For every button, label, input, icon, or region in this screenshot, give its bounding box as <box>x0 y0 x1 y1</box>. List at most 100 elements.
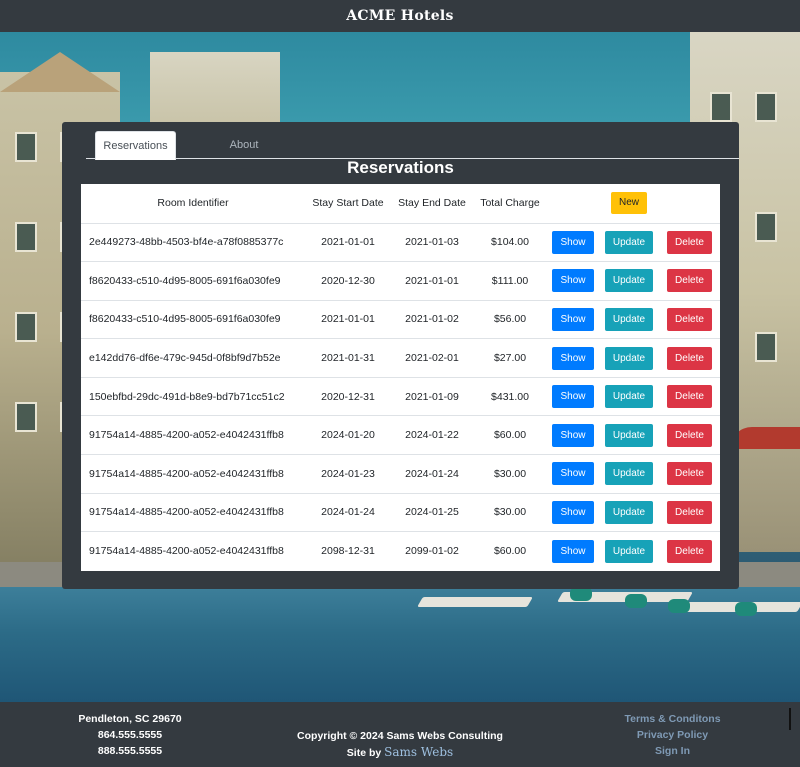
show-button[interactable]: Show <box>552 269 594 293</box>
table-row: f8620433-c510-4d95-8005-691f6a030fe9 2020… <box>81 261 720 301</box>
table-row: f8620433-c510-4d95-8005-691f6a030fe9 2021… <box>81 299 720 339</box>
total-charge-cell: $104.00 <box>473 222 547 262</box>
footer-link-privacy[interactable]: Privacy Policy <box>615 727 730 743</box>
footer-link-sign-in[interactable]: Sign In <box>615 743 730 759</box>
text-cursor <box>789 708 791 730</box>
delete-button[interactable]: Delete <box>667 307 712 331</box>
delete-button[interactable]: Delete <box>667 230 712 254</box>
footer-site-by: Site by Sams Webs <box>290 744 510 761</box>
table-row: 91754a14-4885-4200-a052-e4042431ffb8 2024… <box>81 415 720 455</box>
total-charge-cell: $60.00 <box>473 415 547 455</box>
tab-bar: Reservations About <box>86 131 739 160</box>
update-button[interactable]: Update <box>604 346 654 370</box>
stay-end-date-cell: 2021-01-03 <box>391 222 473 262</box>
room-identifier-cell: 91754a14-4885-4200-a052-e4042431ffb8 <box>81 454 305 494</box>
stay-end-date-cell: 2021-01-09 <box>391 376 473 416</box>
table-row: 91754a14-4885-4200-a052-e4042431ffb8 2098… <box>81 531 720 571</box>
stay-start-date-cell: 2021-01-31 <box>305 338 391 378</box>
footer: Pendleton, SC 29670 864.555.5555 888.555… <box>0 702 800 767</box>
footer-links: Terms & Conditons Privacy Policy Sign In <box>615 711 730 759</box>
header-stay-end-date: Stay End Date <box>398 197 466 210</box>
update-button[interactable]: Update <box>604 539 654 563</box>
header-room-identifier: Room Identifier <box>157 197 229 210</box>
reservations-table-card: Room Identifier Stay Start Date Stay End… <box>81 184 720 571</box>
total-charge-cell: $111.00 <box>473 261 547 301</box>
update-button[interactable]: Update <box>604 500 654 524</box>
footer-contact: Pendleton, SC 29670 864.555.5555 888.555… <box>70 711 190 759</box>
show-button[interactable]: Show <box>552 539 594 563</box>
show-button[interactable]: Show <box>552 462 594 486</box>
header-stay-start-date: Stay Start Date <box>312 197 384 210</box>
total-charge-cell: $30.00 <box>473 492 547 532</box>
stay-start-date-cell: 2024-01-20 <box>305 415 391 455</box>
tab-about[interactable]: About <box>201 131 287 159</box>
table-row: 91754a14-4885-4200-a052-e4042431ffb8 2024… <box>81 454 720 494</box>
stay-end-date-cell: 2024-01-25 <box>391 492 473 532</box>
room-identifier-cell: e142dd76-df6e-479c-945d-0f8bf9d7b52e <box>81 338 305 378</box>
update-button[interactable]: Update <box>604 230 654 254</box>
brand-title[interactable]: ACME Hotels <box>346 8 454 24</box>
reservations-table: Room Identifier Stay Start Date Stay End… <box>81 184 720 571</box>
show-button[interactable]: Show <box>552 385 594 409</box>
room-identifier-cell: f8620433-c510-4d95-8005-691f6a030fe9 <box>81 299 305 339</box>
new-reservation-button[interactable]: New <box>610 192 647 215</box>
tab-reservations[interactable]: Reservations <box>95 131 176 160</box>
footer-site-by-prefix: Site by <box>346 747 382 759</box>
room-identifier-cell: 150ebfbd-29dc-491d-b8e9-bd7b71cc51c2 <box>81 376 305 416</box>
update-button[interactable]: Update <box>604 307 654 331</box>
show-button[interactable]: Show <box>552 500 594 524</box>
room-identifier-cell: f8620433-c510-4d95-8005-691f6a030fe9 <box>81 261 305 301</box>
header-total-charge: Total Charge <box>480 197 540 210</box>
stay-end-date-cell: 2021-01-02 <box>391 299 473 339</box>
navbar: ACME Hotels <box>0 0 800 32</box>
update-button[interactable]: Update <box>604 462 654 486</box>
footer-address: Pendleton, SC 29670 <box>78 713 182 725</box>
show-button[interactable]: Show <box>552 346 594 370</box>
footer-copyright-block: Copyright © 2024 Sams Webs Consulting Si… <box>290 728 510 761</box>
stay-end-date-cell: 2099-01-02 <box>391 531 473 571</box>
total-charge-cell: $56.00 <box>473 299 547 339</box>
table-row: 2e449273-48bb-4503-bf4e-a78f0885377c 2021… <box>81 222 720 262</box>
total-charge-cell: $60.00 <box>473 531 547 571</box>
delete-button[interactable]: Delete <box>667 346 712 370</box>
stay-start-date-cell: 2021-01-01 <box>305 222 391 262</box>
footer-copyright: Copyright © 2024 Sams Webs Consulting <box>297 730 503 742</box>
show-button[interactable]: Show <box>552 230 594 254</box>
table-header-row: Room Identifier Stay Start Date Stay End… <box>81 184 720 223</box>
stay-start-date-cell: 2098-12-31 <box>305 531 391 571</box>
show-button[interactable]: Show <box>552 307 594 331</box>
update-button[interactable]: Update <box>604 385 654 409</box>
delete-button[interactable]: Delete <box>667 385 712 409</box>
room-identifier-cell: 91754a14-4885-4200-a052-e4042431ffb8 <box>81 415 305 455</box>
stay-start-date-cell: 2020-12-31 <box>305 376 391 416</box>
table-row: e142dd76-df6e-479c-945d-0f8bf9d7b52e 2021… <box>81 338 720 378</box>
stay-end-date-cell: 2021-02-01 <box>391 338 473 378</box>
delete-button[interactable]: Delete <box>667 462 712 486</box>
stay-start-date-cell: 2020-12-30 <box>305 261 391 301</box>
delete-button[interactable]: Delete <box>667 539 712 563</box>
room-identifier-cell: 91754a14-4885-4200-a052-e4042431ffb8 <box>81 531 305 571</box>
update-button[interactable]: Update <box>604 423 654 447</box>
delete-button[interactable]: Delete <box>667 423 712 447</box>
stay-end-date-cell: 2024-01-22 <box>391 415 473 455</box>
table-row: 91754a14-4885-4200-a052-e4042431ffb8 2024… <box>81 492 720 532</box>
stay-start-date-cell: 2024-01-24 <box>305 492 391 532</box>
delete-button[interactable]: Delete <box>667 269 712 293</box>
stay-end-date-cell: 2024-01-24 <box>391 454 473 494</box>
show-button[interactable]: Show <box>552 423 594 447</box>
table-row: 150ebfbd-29dc-491d-b8e9-bd7b71cc51c2 2020… <box>81 376 720 416</box>
reservations-panel: Reservations About Reservations Room Ide… <box>62 122 739 589</box>
total-charge-cell: $27.00 <box>473 338 547 378</box>
stay-start-date-cell: 2024-01-23 <box>305 454 391 494</box>
page-title: Reservations <box>347 158 454 177</box>
footer-site-by-link[interactable]: Sams Webs <box>384 745 453 759</box>
footer-link-terms[interactable]: Terms & Conditons <box>615 711 730 727</box>
update-button[interactable]: Update <box>604 269 654 293</box>
stay-end-date-cell: 2021-01-01 <box>391 261 473 301</box>
footer-phone-2: 888.555.5555 <box>97 745 163 757</box>
room-identifier-cell: 2e449273-48bb-4503-bf4e-a78f0885377c <box>81 222 305 262</box>
delete-button[interactable]: Delete <box>667 500 712 524</box>
room-identifier-cell: 91754a14-4885-4200-a052-e4042431ffb8 <box>81 492 305 532</box>
stay-start-date-cell: 2021-01-01 <box>305 299 391 339</box>
parasol <box>730 427 800 449</box>
